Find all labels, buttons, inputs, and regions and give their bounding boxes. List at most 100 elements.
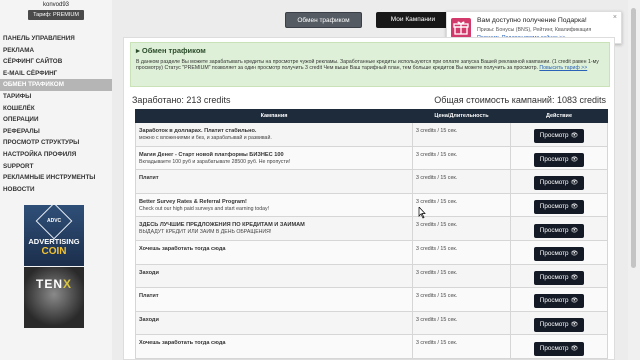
mouse-cursor-icon — [418, 207, 426, 219]
sidebar-item[interactable]: РЕКЛАМА — [0, 45, 112, 57]
sidebar-item[interactable]: ОПЕРАЦИИ — [0, 114, 112, 126]
action-cell: Просмотр 👁 — [510, 287, 608, 312]
campaign-title[interactable]: Платит — [139, 293, 412, 299]
info-title: ▸ Обмен трафиком — [136, 46, 206, 55]
eye-icon: 👁 — [570, 227, 579, 234]
campaign-title[interactable]: Платит — [139, 175, 412, 181]
info-box: ▸ Обмен трафиком В данном разделе Вы мож… — [130, 42, 610, 87]
eye-icon: 👁 — [570, 322, 579, 329]
action-cell: Просмотр 👁 — [510, 239, 608, 265]
sidebar-item[interactable]: КОШЕЛЁК — [0, 103, 112, 115]
table-row: Платит 3 credits / 15 сек. Просмотр 👁 — [135, 169, 608, 194]
campaign-title[interactable]: Магия Денег - Старт новой платформы БИЗН… — [139, 152, 412, 158]
tenx-logo: TENX — [35, 277, 72, 291]
earned-credits: Заработано: 213 credits — [132, 95, 231, 105]
campaign-title[interactable]: Заработок в долларах. Платит стабильно. — [139, 128, 412, 134]
eye-icon: 👁 — [570, 180, 579, 187]
table-row: Better Survey Rates & Referral Program! C… — [135, 192, 608, 218]
price-cell: 3 credits / 15 сек. — [412, 263, 511, 289]
user-block: konvod93 Тариф: PREMIUM — [28, 2, 84, 20]
price-cell: 3 credits / 15 сек. — [412, 122, 511, 147]
price-cell: 3 credits / 15 сек. — [412, 239, 511, 265]
table-row: Заработок в долларах. Платит стабильно. м… — [135, 122, 608, 147]
gift-icon — [451, 18, 471, 38]
campaign-cell: Платит — [135, 169, 413, 194]
sidebar-item[interactable]: СЁРФИНГ САЙТОВ — [0, 56, 112, 68]
view-button[interactable]: Просмотр 👁 — [533, 200, 585, 215]
price-cell: 3 credits / 15 сек. — [412, 310, 511, 336]
tariff-badge: Тариф: PREMIUM — [28, 10, 84, 20]
header-campaign: Кампания — [135, 109, 413, 123]
campaign-title[interactable]: ЗДЕСЬ ЛУЧШИЕ ПРЕДЛОЖЕНИЯ ПО КРЕДИТАМ И З… — [139, 222, 412, 228]
banner-line2: COIN — [41, 246, 67, 257]
price-cell: 3 credits / 15 сек. — [412, 192, 511, 218]
eye-icon: 👁 — [570, 133, 579, 140]
table-row: Заходи 3 credits / 15 сек. Просмотр 👁 — [135, 310, 608, 336]
my-campaigns-button[interactable]: Мои Кампании — [376, 12, 450, 28]
tenx-banner[interactable]: TENX — [24, 267, 84, 328]
close-icon[interactable]: × — [613, 14, 617, 21]
sidebar-item[interactable]: НАСТРОЙКА ПРОФИЛЯ — [0, 149, 112, 161]
sidebar-item[interactable]: ПРОСМОТР СТРУКТУРЫ — [0, 137, 112, 149]
eye-icon: 👁 — [570, 274, 579, 281]
view-button[interactable]: Просмотр 👁 — [533, 270, 585, 285]
campaign-cell: Магия Денег - Старт новой платформы БИЗН… — [135, 145, 413, 171]
action-cell: Просмотр 👁 — [510, 216, 608, 241]
campaign-title[interactable]: Better Survey Rates & Referral Program! — [139, 199, 412, 205]
username[interactable]: konvod93 — [28, 2, 84, 8]
upgrade-tariff-link[interactable]: Повысить тариф >> — [539, 65, 587, 71]
total-campaign-cost: Общая стоимость кампаний: 1083 credits — [434, 95, 606, 105]
campaign-cell: Платит — [135, 287, 413, 312]
price-cell: 3 credits / 15 сек. — [412, 287, 511, 312]
view-button[interactable]: Просмотр 👁 — [533, 318, 585, 333]
view-button[interactable]: Просмотр 👁 — [533, 176, 585, 191]
price-cell: 3 credits / 15 сек. — [412, 145, 511, 171]
table-row: Хочешь заработать тогда сюда 3 credits / … — [135, 334, 608, 359]
sidebar-item[interactable]: РЕКЛАМНЫЕ ИНСТРУМЕНТЫ — [0, 172, 112, 184]
table-row: Платит 3 credits / 15 сек. Просмотр 👁 — [135, 287, 608, 312]
campaign-cell: Better Survey Rates & Referral Program! C… — [135, 192, 413, 218]
view-button[interactable]: Просмотр 👁 — [533, 152, 585, 167]
action-cell: Просмотр 👁 — [510, 122, 608, 147]
eye-icon: 👁 — [570, 345, 579, 352]
campaigns-table: Кампания Цена/Длительность Действие Зара… — [135, 109, 608, 359]
view-button[interactable]: Просмотр 👁 — [533, 129, 585, 144]
sidebar-item[interactable]: РЕФЕРАЛЫ — [0, 126, 112, 138]
campaign-cell: Хочешь заработать тогда сюда — [135, 334, 413, 359]
action-cell: Просмотр 👁 — [510, 169, 608, 194]
campaign-title[interactable]: Заходи — [139, 317, 412, 323]
campaign-title[interactable]: Хочешь заработать тогда сюда — [139, 246, 412, 252]
sidebar-item[interactable]: E-MAIL СЁРФИНГ — [0, 68, 112, 80]
campaign-desc: Check out our high paid surveys and star… — [139, 205, 270, 212]
sidebar-item[interactable]: ТАРИФЫ — [0, 91, 112, 103]
view-button[interactable]: Просмотр 👁 — [533, 294, 585, 309]
advc-logo: ADVC — [35, 205, 73, 240]
price-cell: 3 credits / 15 сек. — [412, 216, 511, 241]
sidebar-item[interactable]: НОВОСТИ — [0, 184, 112, 196]
campaign-cell: Заходи — [135, 263, 413, 289]
eye-icon: 👁 — [570, 251, 579, 258]
header-price: Цена/Длительность — [412, 109, 511, 123]
campaign-desc: можно с вложениями и без, и зарабатывай … — [139, 135, 272, 141]
advertising-coin-banner[interactable]: ADVC ADVERTISING COIN — [24, 205, 84, 266]
campaign-title[interactable]: Хочешь заработать тогда сюда — [139, 340, 412, 346]
campaign-title[interactable]: Заходи — [139, 270, 412, 276]
table-row: Магия Денег - Старт новой платформы БИЗН… — [135, 145, 608, 171]
sidebar-item[interactable]: ПАНЕЛЬ УПРАВЛЕНИЯ — [0, 33, 112, 45]
info-body: В данном разделе Вы можете зарабатывать … — [136, 59, 599, 72]
view-button[interactable]: Просмотр 👁 — [533, 341, 585, 356]
scrollbar-thumb[interactable] — [631, 8, 636, 268]
campaign-cell: Хочешь заработать тогда сюда — [135, 239, 413, 265]
action-cell: Просмотр 👁 — [510, 192, 608, 218]
price-cell: 3 credits / 15 сек. — [412, 334, 511, 359]
eye-icon: 👁 — [570, 298, 579, 305]
view-button[interactable]: Просмотр 👁 — [533, 223, 585, 238]
sidebar-nav: ПАНЕЛЬ УПРАВЛЕНИЯ РЕКЛАМА СЁРФИНГ САЙТОВ E-… — [0, 33, 112, 195]
sidebar-item[interactable]: ОБМЕН ТРАФИКОМ — [0, 79, 112, 91]
campaign-cell: ЗДЕСЬ ЛУЧШИЕ ПРЕДЛОЖЕНИЯ ПО КРЕДИТАМ И З… — [135, 216, 413, 241]
view-button[interactable]: Просмотр 👁 — [533, 247, 585, 262]
traffic-exchange-button[interactable]: Обмен трафиком — [285, 12, 362, 28]
table-row: ЗДЕСЬ ЛУЧШИЕ ПРЕДЛОЖЕНИЯ ПО КРЕДИТАМ И З… — [135, 216, 608, 241]
sidebar-item[interactable]: SUPPORT — [0, 161, 112, 173]
campaign-desc: ВЫДАДУТ КРЕДИТ ИЛИ ЗАЙМ В ДЕНЬ ОБРАЩЕНИЯ… — [139, 229, 272, 236]
